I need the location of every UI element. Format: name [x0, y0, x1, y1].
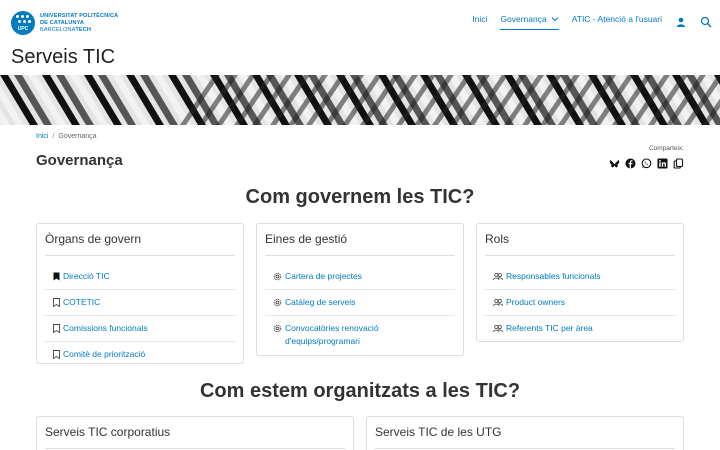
whatsapp-icon[interactable] [641, 156, 652, 169]
bookmark-icon [53, 324, 60, 333]
card-title: Serveis TIC de les UTG [375, 417, 675, 449]
nav-item-inici[interactable]: Inici [472, 14, 487, 30]
upc-logo-mark: UPC [11, 11, 35, 35]
breadcrumb-home-link[interactable]: Inici [36, 133, 48, 140]
card-eines-de-gestio: Eines de gestió Cartera de projectes Cat… [256, 223, 464, 356]
list-item-convocatories-renovacio[interactable]: Convocatòries renovació d'equips/program… [265, 316, 455, 354]
bookmark-icon [53, 298, 60, 307]
chevron-down-icon [551, 17, 559, 22]
list-item-comite-priorititzacio[interactable]: Comitè de priorització [45, 342, 235, 367]
search-icon[interactable] [700, 16, 712, 28]
copy-icon[interactable] [673, 156, 684, 169]
top-header: UPC UNIVERSITAT POLITÈCNICA DE CATALUNYA… [0, 0, 720, 46]
facebook-icon[interactable] [625, 156, 636, 169]
gear-icon [273, 324, 282, 333]
upc-logo-text: UNIVERSITAT POLITÈCNICA DE CATALUNYA BAR… [40, 12, 119, 33]
page-title: Governança [36, 152, 123, 169]
card-title: Rols [485, 224, 675, 256]
upc-logo[interactable]: UPC UNIVERSITAT POLITÈCNICA DE CATALUNYA… [11, 11, 118, 35]
nav-item-atic[interactable]: ATIC - Atenció a l'usuari [572, 14, 662, 30]
card-organs-de-govern: Òrgans de govern Direcció TIC COTETIC Co… [36, 223, 244, 364]
people-icon [493, 324, 503, 333]
bluesky-icon[interactable] [609, 156, 620, 168]
people-icon [493, 272, 503, 281]
list-item-direccio-tic[interactable]: Direcció TIC [45, 264, 235, 290]
section-title-governance: Com governem les TIC? [245, 186, 475, 208]
list-item-comissions-funcionals[interactable]: Comissions funcionals [45, 316, 235, 342]
list-item-cartera-projectes[interactable]: Cartera de projectes [265, 264, 455, 290]
card-serveis-tic-utg: Serveis TIC de les UTG [366, 416, 684, 450]
list-item-cataleg-serveis[interactable]: Catàleg de serveis [265, 290, 455, 316]
gear-icon [273, 298, 282, 307]
card-title: Òrgans de govern [45, 224, 235, 256]
gear-icon [273, 272, 282, 281]
main-nav: Inici Governança ATIC - Atenció a l'usua… [459, 14, 712, 30]
site-title: Serveis TIC [11, 46, 116, 68]
list-item-product-owners[interactable]: Product owners [485, 290, 675, 316]
section-title-organization: Com estem organitzats a les TIC? [199, 380, 521, 402]
card-serveis-tic-corporatius: Serveis TIC corporatius [36, 416, 354, 450]
list-item-cotetic[interactable]: COTETIC [45, 290, 235, 316]
share-block: Comparteix: [609, 145, 684, 169]
nav-item-governanca[interactable]: Governança [500, 14, 559, 30]
list-item-referents-tic[interactable]: Referents TIC per àrea [485, 316, 675, 341]
breadcrumb: Inici / Governança [36, 133, 97, 140]
card-title: Serveis TIC corporatius [45, 417, 345, 449]
card-rols: Rols Responsables funcionals Product own… [476, 223, 684, 342]
bookmark-icon [53, 350, 60, 359]
share-label: Comparteix: [648, 145, 684, 152]
bookmark-filled-icon [53, 272, 60, 281]
breadcrumb-current: Governança [58, 133, 97, 140]
list-item-responsables-funcionals[interactable]: Responsables funcionals [485, 264, 675, 290]
card-title: Eines de gestió [265, 224, 455, 256]
user-icon[interactable] [675, 16, 687, 28]
people-icon [493, 298, 503, 307]
linkedin-icon[interactable] [657, 156, 668, 169]
header-banner-image [0, 75, 720, 125]
